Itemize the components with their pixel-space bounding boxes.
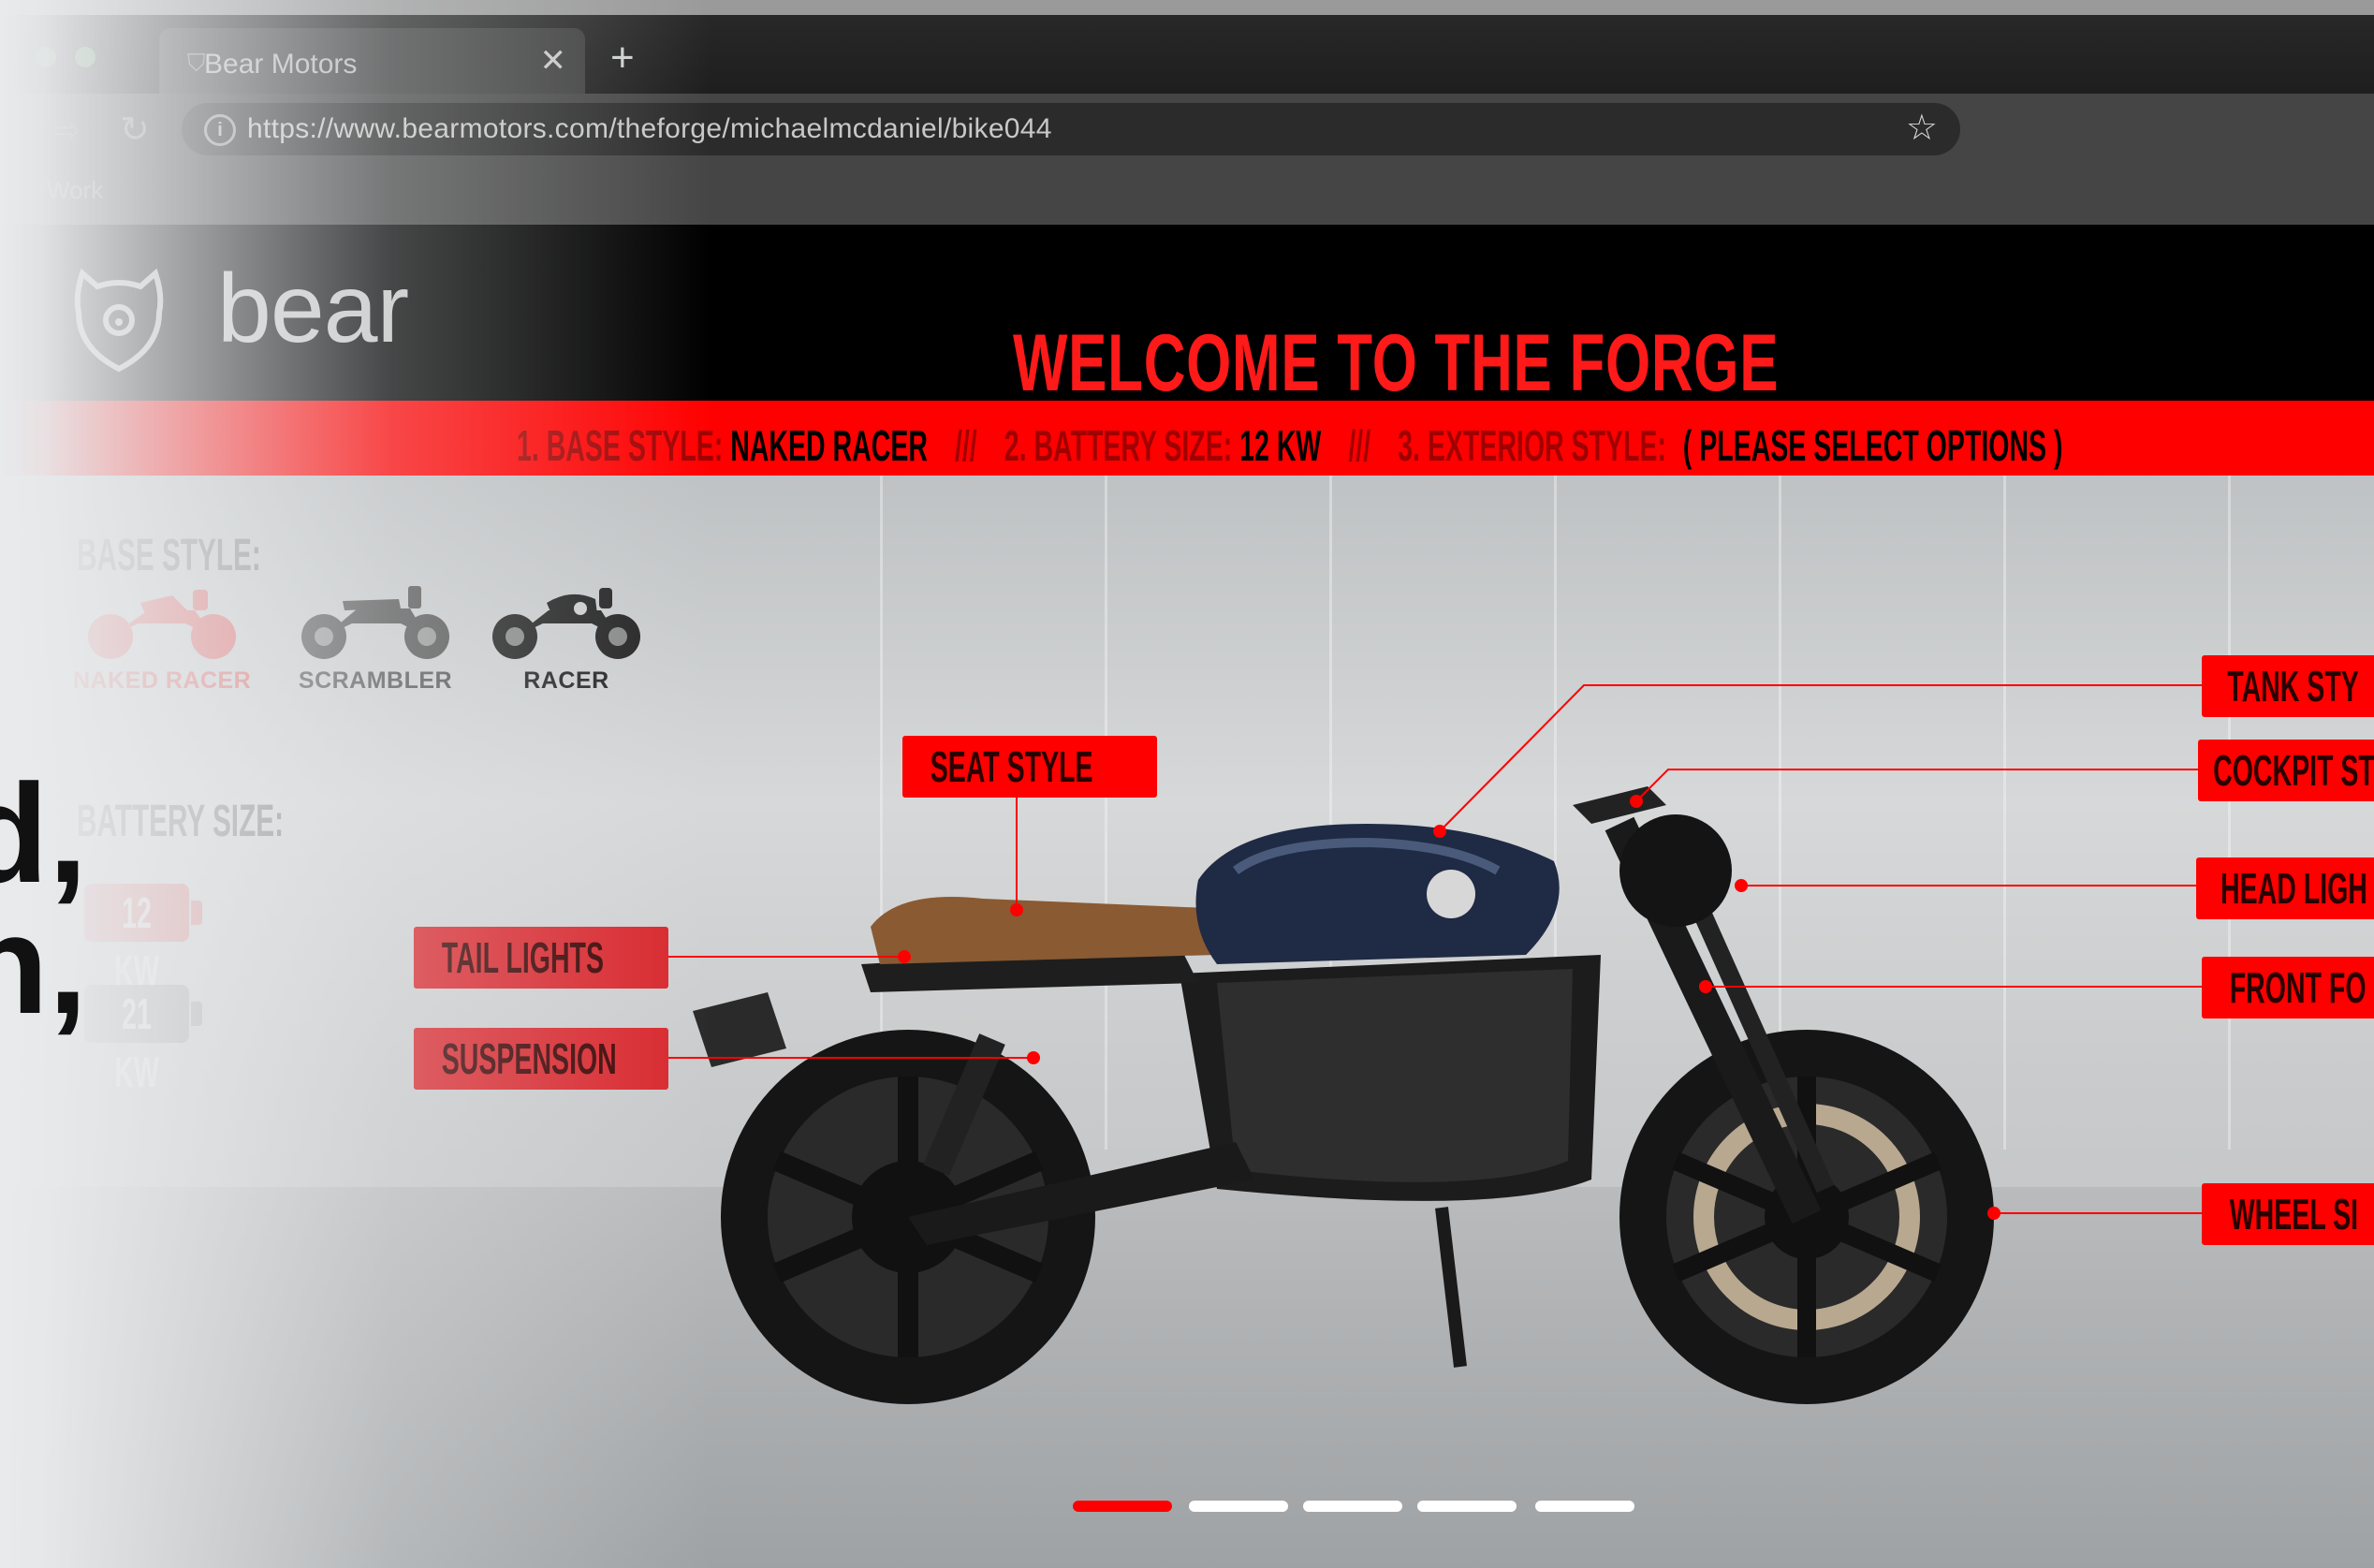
callout-label: TANK STY bbox=[2227, 662, 2359, 711]
base-style-title: BASE STYLE: bbox=[77, 531, 261, 580]
seat-style-callout[interactable]: SEAT STYLE bbox=[902, 736, 1157, 798]
callout-label: COCKPIT ST bbox=[2213, 746, 2374, 795]
overlay-heading-line: d, bbox=[0, 755, 88, 912]
callout-label: SUSPENSION bbox=[441, 1034, 617, 1083]
style-option-racer[interactable]: RACER bbox=[477, 582, 655, 695]
pager-dot[interactable] bbox=[1303, 1501, 1402, 1512]
style-label: RACER bbox=[523, 667, 609, 694]
front-fork-callout[interactable]: FRONT FO bbox=[2202, 957, 2374, 1018]
callout-label: HEAD LIGH bbox=[2220, 864, 2367, 913]
battery-option-21kw[interactable]: 21 KW bbox=[84, 985, 202, 1096]
callout-label: WHEEL SI bbox=[2229, 1190, 2359, 1238]
front-fork-hotspot[interactable] bbox=[1699, 980, 1712, 993]
cockpit-hotspot[interactable] bbox=[1630, 795, 1643, 808]
suspension-callout[interactable]: SUSPENSION bbox=[414, 1028, 668, 1090]
pager-dot[interactable] bbox=[1535, 1501, 1634, 1512]
style-label: SCRAMBLER bbox=[298, 667, 453, 694]
style-option-naked-racer[interactable]: NAKED RACER bbox=[73, 582, 251, 695]
racer-bike-icon bbox=[492, 588, 640, 659]
scrambler-bike-icon bbox=[301, 586, 449, 659]
tail-lights-hotspot[interactable] bbox=[898, 950, 911, 963]
overlay-heading-line: n, bbox=[0, 886, 88, 1043]
headlight-hotspot[interactable] bbox=[1735, 879, 1748, 892]
battery-terminal bbox=[191, 901, 202, 925]
pager-dot[interactable] bbox=[1189, 1501, 1288, 1512]
style-label: NAKED RACER bbox=[73, 667, 252, 694]
callout-lines bbox=[668, 684, 2202, 1214]
wheel-style-callout[interactable]: WHEEL SI bbox=[2202, 1183, 2374, 1245]
callout-label: SEAT STYLE bbox=[930, 742, 1093, 791]
wheel-hotspot[interactable] bbox=[1987, 1207, 2000, 1220]
seat-hotspot[interactable] bbox=[1010, 903, 1023, 916]
battery-size-title: BATTERY SIZE: bbox=[77, 797, 285, 846]
battery-label: 12 KW bbox=[114, 888, 159, 995]
battery-terminal bbox=[191, 1002, 202, 1026]
battery-label: 21 KW bbox=[114, 989, 159, 1096]
callout-label: FRONT FO bbox=[2229, 963, 2367, 1012]
pager-dot[interactable] bbox=[1073, 1501, 1172, 1512]
pager-dot[interactable] bbox=[1417, 1501, 1517, 1512]
suspension-hotspot[interactable] bbox=[1027, 1051, 1040, 1064]
overlay-heading: d, n, bbox=[0, 755, 88, 1043]
callout-label: TAIL LIGHTS bbox=[441, 933, 604, 982]
naked-racer-bike-icon bbox=[88, 590, 236, 659]
cockpit-style-callout[interactable]: COCKPIT ST bbox=[2198, 740, 2374, 801]
battery-option-12kw[interactable]: 12 KW bbox=[84, 884, 202, 995]
style-option-scrambler[interactable]: SCRAMBLER bbox=[286, 582, 464, 695]
tank-style-callout[interactable]: TANK STY bbox=[2202, 655, 2374, 717]
tank-hotspot[interactable] bbox=[1433, 825, 1446, 838]
tail-lights-callout[interactable]: TAIL LIGHTS bbox=[414, 927, 668, 989]
head-lights-callout[interactable]: HEAD LIGH bbox=[2196, 857, 2374, 919]
